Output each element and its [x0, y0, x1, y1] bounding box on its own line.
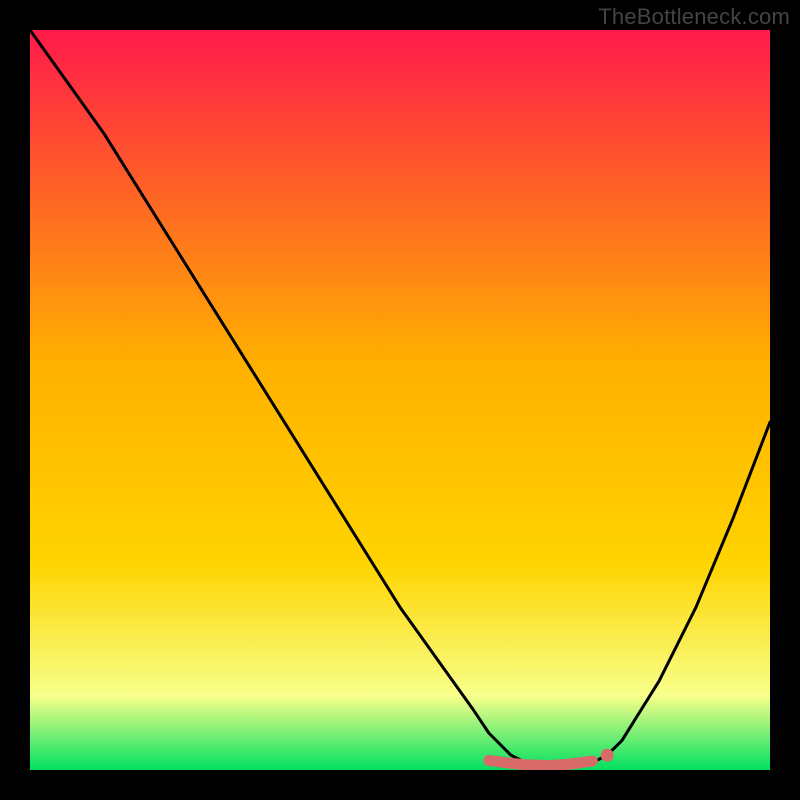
chart-frame: TheBottleneck.com — [0, 0, 800, 800]
gradient-background — [30, 30, 770, 770]
plot-area — [30, 30, 770, 770]
flat-region-highlight — [489, 760, 593, 765]
watermark-text: TheBottleneck.com — [598, 4, 790, 30]
end-marker-dot — [601, 749, 614, 762]
chart-svg — [30, 30, 770, 770]
